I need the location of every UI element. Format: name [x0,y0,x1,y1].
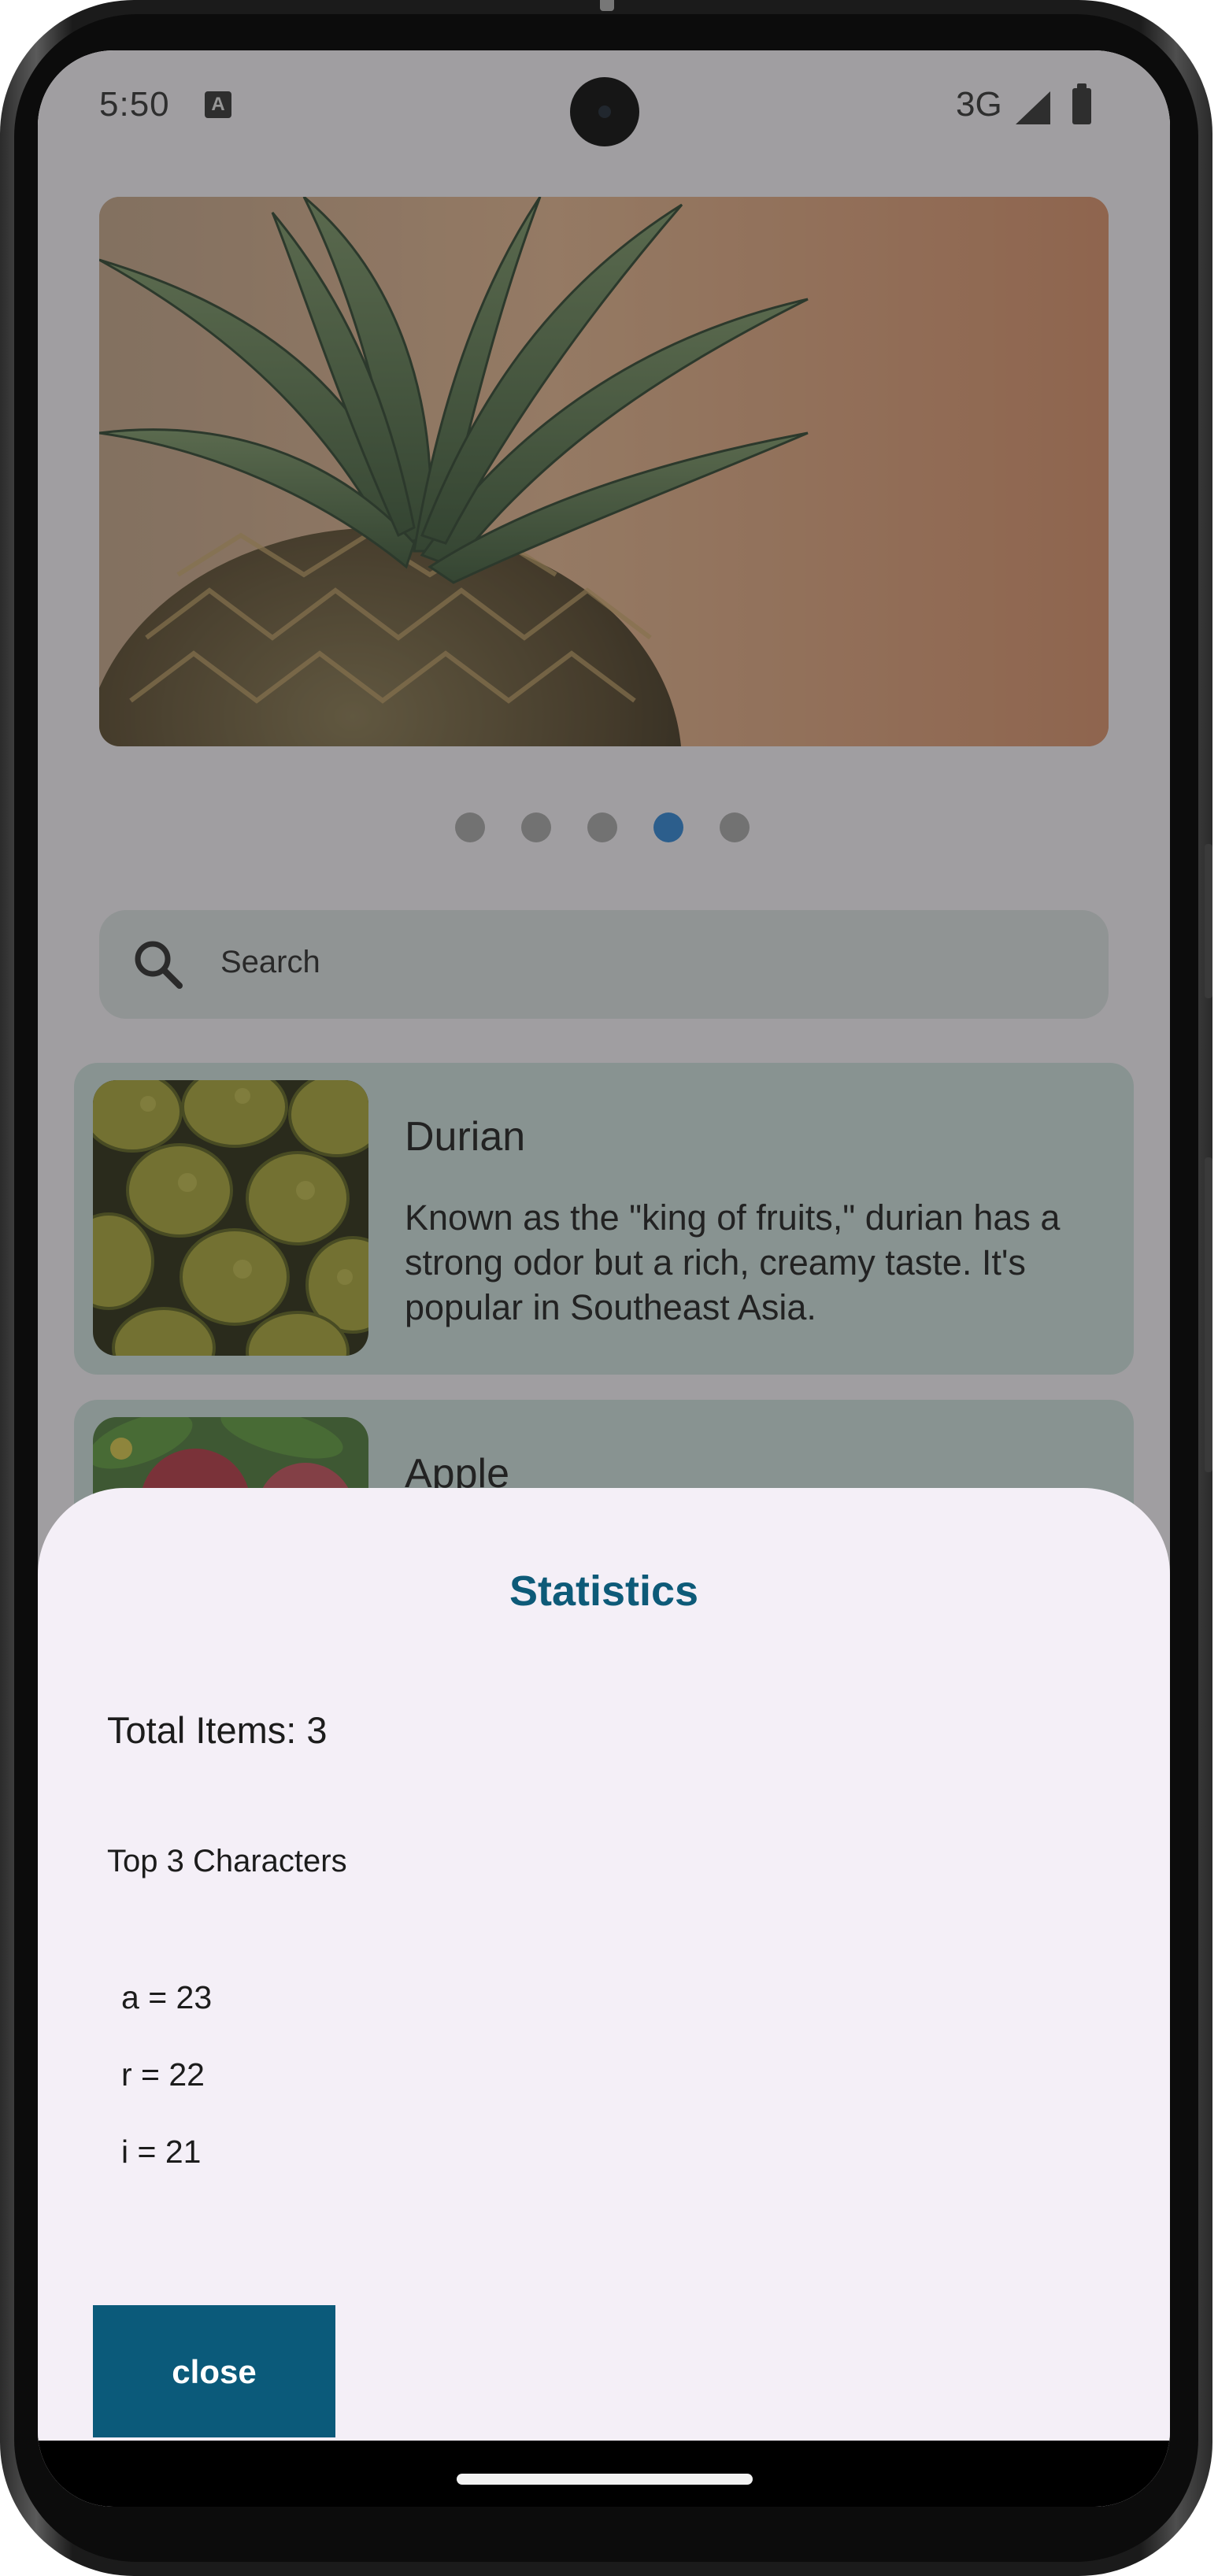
top-character-row: a = 23 [121,1979,213,2015]
top-character-row: i = 21 [121,2134,202,2170]
top-characters-label: Top 3 Characters [107,1844,347,1878]
phone-top-seam [600,0,614,11]
statistics-sheet: Statistics Total Items: 3 Top 3 Characte… [38,1488,1170,2441]
device-screen: 5:50 A 3G Search Durian Known as the "ki… [38,50,1170,2507]
total-items-text: Total Items: 3 [107,1709,328,1751]
page: 5:50 A 3G Search Durian Known as the "ki… [0,0,1218,2576]
app-content: 5:50 A 3G Search Durian Known as the "ki… [38,50,1170,2507]
home-indicator[interactable] [457,2474,753,2485]
volume-button [1205,1157,1212,1472]
top-character-row: r = 22 [121,2056,205,2093]
power-button [1205,844,1212,998]
sheet-title: Statistics [509,1567,699,1615]
close-button[interactable]: close [93,2305,335,2437]
